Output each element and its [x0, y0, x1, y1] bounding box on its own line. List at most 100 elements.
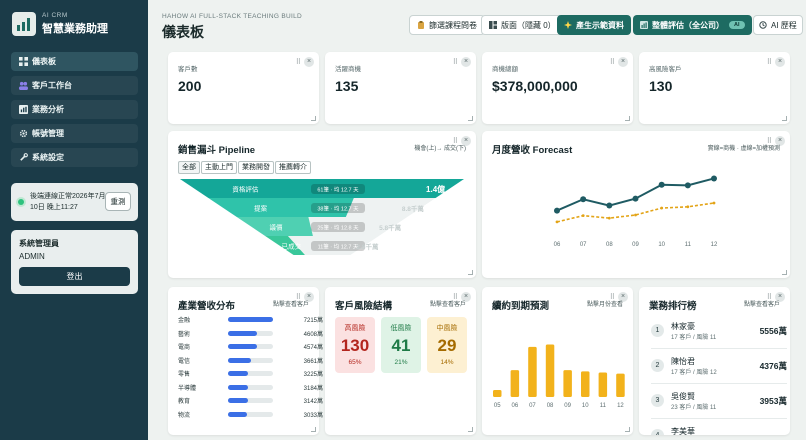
drag-handle-icon[interactable]: ⠿: [296, 58, 301, 66]
resize-handle-icon[interactable]: [625, 116, 630, 121]
sidebar-item-customers[interactable]: 客戶工作台: [11, 76, 138, 95]
survey-filter-button[interactable]: 篩選課程問卷: [409, 15, 485, 35]
layout-button-label: 版面（隱藏 0）: [501, 20, 556, 30]
ranking-subtext: 17 客戶 / 風險 11: [671, 335, 717, 341]
industry-bar-row[interactable]: 電商 4574萬: [178, 340, 323, 352]
brand[interactable]: AI CRM 智慧業務助理: [12, 12, 108, 36]
resize-handle-icon[interactable]: [468, 270, 473, 275]
sidebar-item-dashboard[interactable]: 儀表板: [11, 52, 138, 71]
sidebar-item-analytics[interactable]: 業務分析: [11, 100, 138, 119]
kpi-value: 135: [335, 78, 359, 94]
industry-bar-value: 3184萬: [303, 385, 323, 392]
user-role: 系統管理員: [19, 239, 59, 248]
risk-box[interactable]: 中風險 29 14%: [427, 317, 467, 373]
forecast-weighted-point: [660, 206, 664, 210]
close-icon[interactable]: ×: [618, 57, 628, 67]
kpi-card-pipeline-total: ⠿ × 商機總額 $378,000,000: [482, 52, 633, 124]
industry-bar: [228, 317, 273, 322]
renewal-bar: [598, 372, 608, 397]
resize-handle-icon[interactable]: [782, 270, 787, 275]
ranking-row[interactable]: 3 吳俊賢 23 客戶 / 風險 11 3953萬: [651, 387, 787, 415]
ai-badge: AI: [729, 21, 745, 29]
resize-handle-icon[interactable]: [311, 427, 316, 432]
sidebar-item-settings[interactable]: 系統設定: [11, 148, 138, 167]
resize-handle-icon[interactable]: [468, 427, 473, 432]
layout-button[interactable]: 版面（隱藏 0）: [481, 15, 564, 35]
ai-history-button[interactable]: AI 歷程: [753, 15, 803, 35]
forecast-point: [658, 181, 665, 188]
renewal-bar: [493, 390, 502, 397]
close-icon[interactable]: ×: [304, 57, 314, 67]
industry-title: 產業營收分布: [178, 301, 236, 312]
industry-bar-row[interactable]: 金融 7215萬: [178, 313, 323, 325]
close-icon[interactable]: ×: [461, 57, 471, 67]
filter-referral[interactable]: 推薦轉介: [275, 161, 311, 174]
filter-all[interactable]: 全部: [178, 161, 200, 174]
retest-button[interactable]: 重測: [105, 192, 131, 211]
industry-bar-value: 3661萬: [303, 358, 323, 365]
logout-button[interactable]: 登出: [19, 267, 130, 286]
backend-status-text: 後端連線正常2026年7月10日 晚上11:27: [30, 193, 106, 211]
user-panel: 系統管理員 ADMIN 登出: [11, 230, 138, 294]
drag-handle-icon[interactable]: ⠿: [610, 58, 615, 66]
industry-click-note[interactable]: 點擊查看客戶: [273, 299, 309, 308]
industry-bar: [228, 371, 249, 376]
forecast-title: 月度營收 Forecast: [492, 145, 573, 156]
risk-box[interactable]: 低風險 41 21%: [381, 317, 421, 373]
ranking-divider: [651, 348, 787, 349]
funnel-stage-amount: 8.8千萬: [402, 204, 425, 213]
industry-bar-track: [228, 317, 273, 322]
sidebar-item-accounts[interactable]: 帳號管理: [11, 124, 138, 143]
industry-bar-row[interactable]: 半導體 3184萬: [178, 381, 323, 393]
pipeline-card: ⠿ × 銷售漏斗 Pipeline 機會(上)→ 成交(下) 全部 主動上門 業務…: [168, 131, 476, 278]
industry-bar-track: [228, 344, 273, 349]
industry-bar-row[interactable]: 電信 3661萬: [178, 354, 323, 366]
forecast-point: [580, 196, 587, 203]
industry-bar-row[interactable]: 物流 3033萬: [178, 408, 323, 420]
drag-handle-icon[interactable]: ⠿: [453, 58, 458, 66]
risk-card: ⠿ × 客戶風險結構 點擊查看客戶 高風險 130 65% 低風險 41 21% 中風險 29 1…: [325, 287, 476, 435]
ranking-row[interactable]: 1 林家豪 17 客戶 / 風險 11 5556萬: [651, 317, 787, 345]
ranking-amount: 5556萬: [759, 326, 787, 336]
industry-bar-value: 4574萬: [303, 345, 323, 351]
history-icon: [759, 21, 767, 29]
filter-inbound[interactable]: 主動上門: [201, 161, 237, 174]
kpi-label: 高風險客戶: [649, 66, 682, 73]
ranking-row[interactable]: 2 陳怡君 17 客戶 / 風險 12 4376萬: [651, 352, 787, 380]
resize-handle-icon[interactable]: [625, 427, 630, 432]
generate-demo-button[interactable]: 產生示範資料: [557, 15, 631, 35]
resize-handle-icon[interactable]: [782, 116, 787, 121]
renewal-x-tick: 06: [512, 403, 519, 409]
risk-box[interactable]: 高風險 130 65%: [335, 317, 375, 373]
gear-icon: [19, 129, 28, 138]
overall-evaluation-button[interactable]: 整體評估（全公司） AI: [633, 15, 752, 35]
industry-bar-row[interactable]: 教育 3142萬: [178, 394, 323, 406]
renewal-x-tick: 07: [529, 403, 536, 409]
forecast-x-tick: 07: [580, 242, 587, 248]
renewal-x-tick: 05: [494, 403, 501, 409]
resize-handle-icon[interactable]: [468, 116, 473, 121]
industry-bar-row[interactable]: 零售 3225萬: [178, 367, 323, 379]
ranking-row[interactable]: 4 李美華: [651, 422, 787, 435]
funnel-stage-name: 資格評估: [232, 185, 259, 194]
page-subtitle: HAHOW AI FULL-STACK TEACHING BUILD: [162, 13, 302, 20]
renewal-card: ⠿ × 續約到期預測 點擊月份查看 05 06 07 08 09 10 11 12: [482, 287, 633, 435]
forecast-point: [711, 175, 717, 182]
resize-handle-icon[interactable]: [311, 116, 316, 121]
industry-bar-row[interactable]: 藝術 4608萬: [178, 327, 323, 339]
drag-handle-icon[interactable]: ⠿: [767, 58, 772, 66]
close-icon[interactable]: ×: [775, 57, 785, 67]
risk-click-note[interactable]: 點擊查看客戶: [430, 299, 466, 308]
forecast-x-tick: 11: [685, 242, 692, 248]
ranking-divider: [651, 418, 787, 419]
ranking-click-note[interactable]: 點擊查看客戶: [744, 299, 780, 308]
wrench-icon: [20, 153, 28, 161]
forecast-x-tick: 10: [658, 242, 665, 248]
renewal-bar: [581, 371, 590, 397]
filter-outbound[interactable]: 業務開發: [238, 161, 274, 174]
industry-bar-track: [228, 411, 273, 417]
industry-bar-value: 4608萬: [303, 331, 323, 338]
renewal-click-note[interactable]: 點擊月份查看: [587, 299, 623, 308]
sparkle-icon: [564, 21, 572, 29]
kpi-value: $378,000,000: [492, 78, 578, 94]
